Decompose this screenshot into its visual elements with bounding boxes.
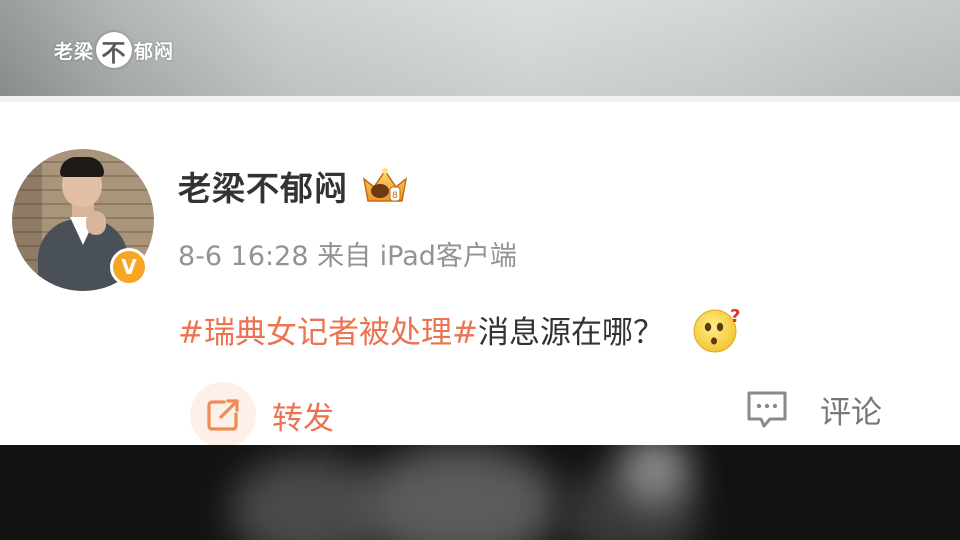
- repost-icon: [207, 399, 239, 431]
- post-body-text: 消息源在哪？: [477, 314, 664, 351]
- repost-label: 转发: [272, 400, 334, 437]
- crown-badge-icon: 8: [362, 168, 408, 202]
- watermark-left-text: 老梁: [54, 40, 95, 63]
- author-row: 老梁不郁闷 8: [178, 162, 410, 210]
- post-content: #瑞典女记者被处理# 消息源在哪？ ?: [178, 304, 742, 354]
- watermark-right-text: 郁闷: [134, 40, 175, 63]
- svg-text:8: 8: [392, 191, 398, 201]
- username[interactable]: 老梁不郁闷: [178, 162, 348, 210]
- svg-text:?: ?: [730, 306, 740, 327]
- comment-label: 评论: [820, 395, 882, 431]
- repost-icon-background: [190, 382, 256, 448]
- confused-face-question-icon: ?: [693, 306, 740, 353]
- weibo-post-card: V 老梁不郁闷 8 8-6 16:28 来自 iPad客户端 #瑞典女记者被处理…: [0, 102, 960, 448]
- comment-icon: [747, 391, 787, 427]
- comment-button[interactable]: 评论: [744, 387, 882, 432]
- watermark-circle-logo: 不: [96, 32, 133, 68]
- hashtag-link[interactable]: #瑞典女记者被处理#: [178, 307, 478, 352]
- post-meta: 8-6 16:28 来自 iPad客户端: [178, 241, 517, 272]
- channel-watermark: 老梁 不 郁闷: [54, 30, 174, 70]
- bottom-blurred-background: [0, 445, 960, 540]
- verified-badge-icon: V: [110, 248, 148, 286]
- repost-button[interactable]: 转发: [190, 382, 334, 448]
